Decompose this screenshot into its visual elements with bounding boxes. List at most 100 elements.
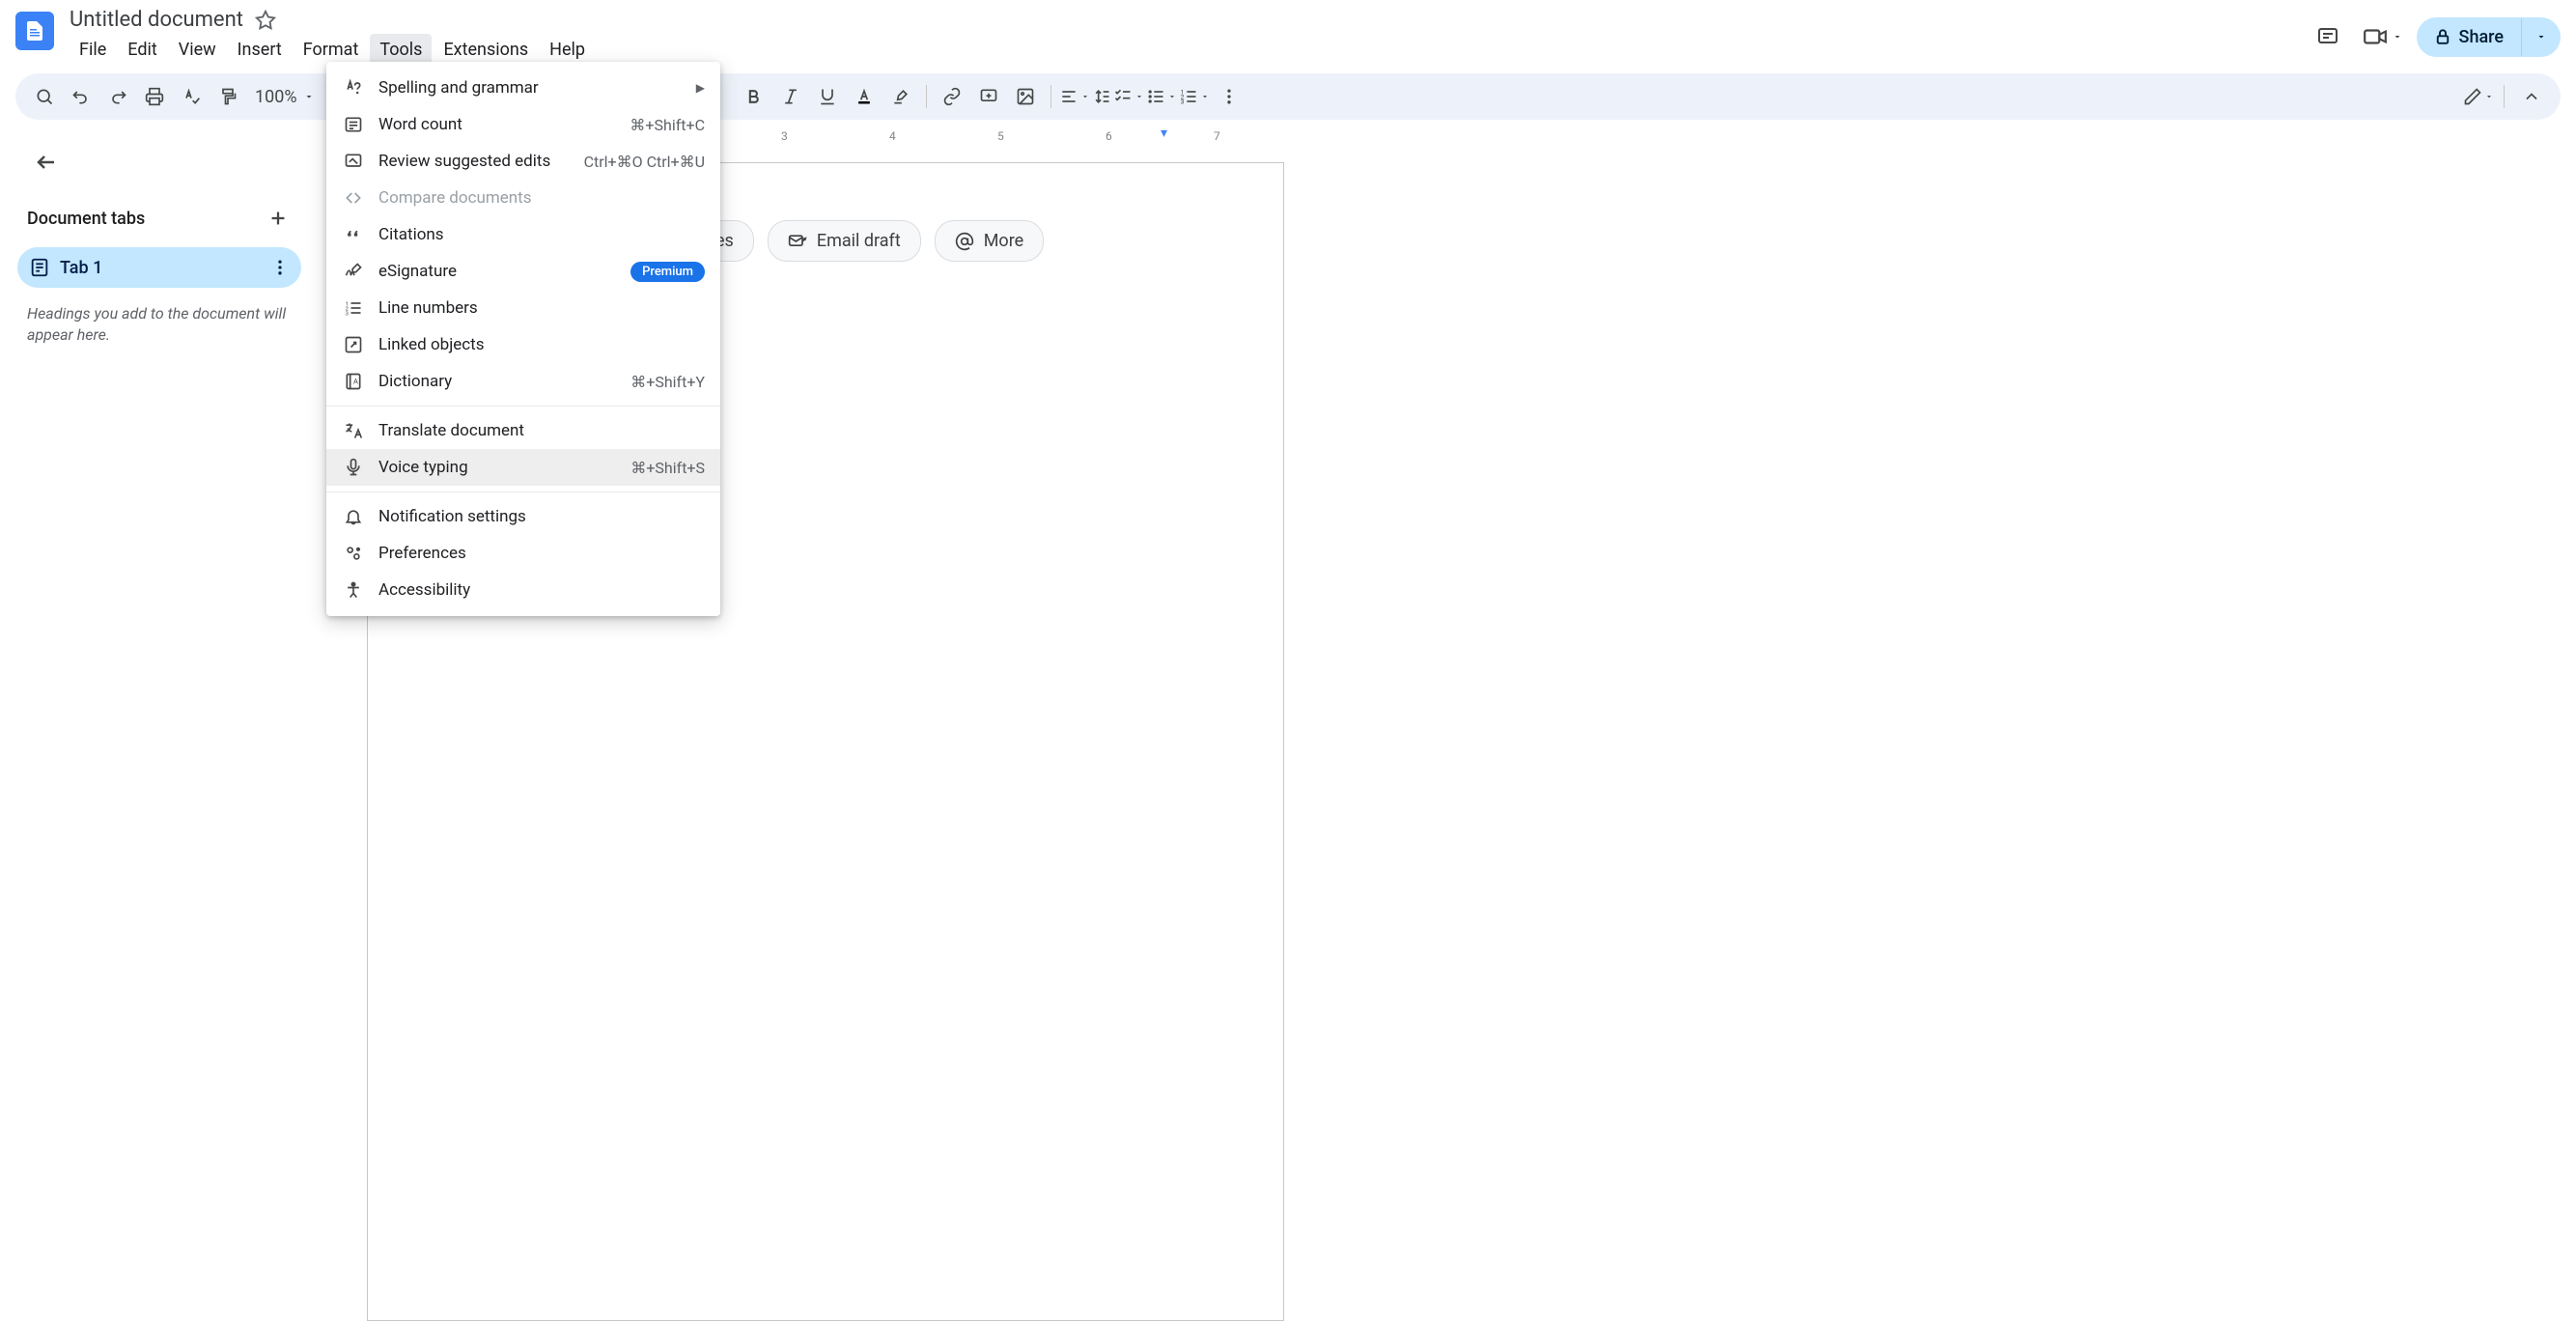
- star-icon[interactable]: [255, 10, 276, 31]
- docs-logo[interactable]: [15, 12, 54, 50]
- menu-spelling-grammar[interactable]: Spelling and grammar ▶: [326, 70, 720, 106]
- spellcheck-button[interactable]: [174, 79, 209, 114]
- bullet-list-dropdown[interactable]: [1146, 87, 1177, 106]
- line-numbers-icon: 123: [342, 296, 365, 320]
- print-button[interactable]: [137, 79, 172, 114]
- chip-label: Email draft: [817, 231, 901, 251]
- numbered-list-dropdown[interactable]: 123: [1179, 87, 1210, 106]
- menu-label: Preferences: [378, 544, 705, 563]
- menu-edit[interactable]: Edit: [118, 34, 166, 66]
- paint-format-button[interactable]: [210, 79, 245, 114]
- more-toolbar-button[interactable]: [1212, 79, 1246, 114]
- bold-button[interactable]: [737, 79, 771, 114]
- menu-esignature[interactable]: eSignature Premium: [326, 253, 720, 290]
- menu-label: Citations: [378, 225, 705, 244]
- ruler-tick: 5: [997, 129, 1004, 143]
- compare-icon: [342, 186, 365, 210]
- comment-button[interactable]: [971, 79, 1006, 114]
- separator: [1050, 85, 1051, 108]
- image-button[interactable]: [1008, 79, 1043, 114]
- sidebar-title: Document tabs: [27, 209, 145, 229]
- tab-more-icon[interactable]: [270, 258, 290, 277]
- menu-citations[interactable]: Citations: [326, 216, 720, 253]
- tab-chip-1[interactable]: Tab 1: [17, 247, 301, 288]
- menu-label: Translate document: [378, 421, 705, 440]
- separator: [2504, 85, 2505, 108]
- menu-linked-objects[interactable]: Linked objects: [326, 326, 720, 363]
- checklist-dropdown[interactable]: [1113, 87, 1144, 106]
- undo-button[interactable]: [64, 79, 98, 114]
- ruler-tick: 4: [889, 129, 896, 143]
- italic-button[interactable]: [773, 79, 808, 114]
- menu-compare-documents: Compare documents: [326, 180, 720, 216]
- collapse-toolbar-button[interactable]: [2514, 79, 2549, 114]
- zoom-value: 100%: [255, 87, 297, 107]
- document-tab-icon: [29, 257, 50, 278]
- menu-label: Line numbers: [378, 298, 705, 318]
- tools-menu-popup: Spelling and grammar ▶ Word count ⌘+Shif…: [326, 62, 720, 616]
- sidebar-back-button[interactable]: [27, 143, 66, 182]
- text-color-button[interactable]: [847, 79, 882, 114]
- linked-objects-icon: [342, 333, 365, 356]
- meet-button[interactable]: [2357, 16, 2409, 57]
- search-button[interactable]: [27, 79, 62, 114]
- menu-shortcut: ⌘+Shift+S: [630, 459, 705, 477]
- svg-text:A: A: [353, 378, 358, 386]
- menu-label: Voice typing: [378, 458, 630, 477]
- menu-label: Linked objects: [378, 335, 705, 354]
- app-header: Untitled document File Edit View Insert …: [0, 0, 2576, 66]
- microphone-icon: [342, 456, 365, 479]
- redo-button[interactable]: [100, 79, 135, 114]
- menu-line-numbers[interactable]: 123 Line numbers: [326, 290, 720, 326]
- at-icon: [955, 232, 974, 251]
- ruler-tick: 3: [781, 129, 788, 143]
- chip-label: More: [984, 231, 1023, 251]
- menu-insert[interactable]: Insert: [228, 34, 292, 66]
- menu-notification-settings[interactable]: Notification settings: [326, 498, 720, 535]
- comment-history-button[interactable]: [2307, 15, 2349, 58]
- submenu-arrow-icon: ▶: [696, 81, 705, 95]
- highlight-button[interactable]: [883, 79, 918, 114]
- editing-mode-dropdown[interactable]: [2463, 87, 2494, 106]
- share-dropdown[interactable]: [2521, 18, 2561, 56]
- document-title[interactable]: Untitled document: [70, 8, 243, 32]
- svg-text:3: 3: [346, 312, 349, 318]
- align-dropdown[interactable]: [1059, 87, 1090, 106]
- line-spacing-dropdown[interactable]: [1092, 87, 1111, 106]
- menu-file[interactable]: File: [70, 34, 116, 66]
- right-indent-marker[interactable]: ▾: [1161, 126, 1167, 141]
- spellcheck-icon: [342, 76, 365, 99]
- share-button[interactable]: Share: [2417, 17, 2561, 57]
- esignature-icon: [342, 260, 365, 283]
- add-tab-button[interactable]: [265, 205, 292, 232]
- review-icon: [342, 150, 365, 173]
- menu-label: Word count: [378, 115, 630, 134]
- share-label: Share: [2459, 27, 2504, 47]
- sidebar: Document tabs Tab 1 Headings you add to …: [0, 127, 319, 1105]
- menu-label: Review suggested edits: [378, 152, 584, 171]
- chip-email-draft[interactable]: Email draft: [768, 220, 921, 262]
- separator: [926, 85, 927, 108]
- svg-text:3: 3: [1180, 98, 1184, 106]
- email-icon: [788, 232, 807, 251]
- header-actions: Share: [2307, 15, 2561, 58]
- ruler-tick: 6: [1106, 129, 1112, 143]
- chip-more[interactable]: More: [935, 220, 1044, 262]
- menu-label: Dictionary: [378, 372, 630, 391]
- underline-button[interactable]: [810, 79, 845, 114]
- menu-dictionary[interactable]: A Dictionary ⌘+Shift+Y: [326, 363, 720, 400]
- menu-shortcut: ⌘+Shift+C: [630, 116, 705, 134]
- menu-word-count[interactable]: Word count ⌘+Shift+C: [326, 106, 720, 143]
- menu-accessibility[interactable]: Accessibility: [326, 572, 720, 608]
- menu-view[interactable]: View: [169, 34, 226, 66]
- zoom-select[interactable]: 100%: [247, 87, 322, 107]
- link-button[interactable]: [935, 79, 969, 114]
- menu-voice-typing[interactable]: Voice typing ⌘+Shift+S: [326, 449, 720, 486]
- menu-translate-document[interactable]: Translate document: [326, 412, 720, 449]
- premium-badge: Premium: [630, 262, 705, 282]
- menu-shortcut: Ctrl+⌘O Ctrl+⌘U: [584, 153, 705, 171]
- word-count-icon: [342, 113, 365, 136]
- menu-review-suggested-edits[interactable]: Review suggested edits Ctrl+⌘O Ctrl+⌘U: [326, 143, 720, 180]
- menu-label: eSignature: [378, 262, 630, 281]
- menu-preferences[interactable]: Preferences: [326, 535, 720, 572]
